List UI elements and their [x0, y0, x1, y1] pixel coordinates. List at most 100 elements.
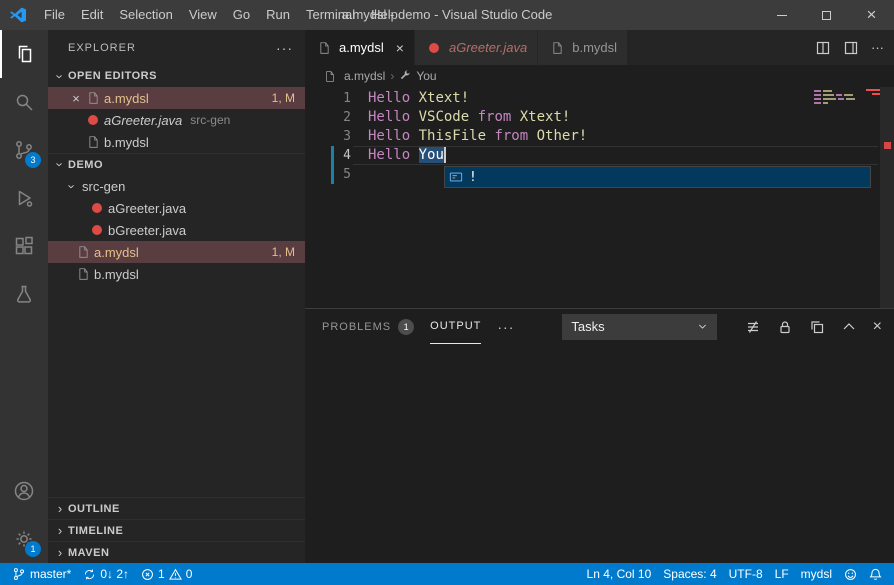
minimap[interactable]: [814, 87, 880, 308]
menu-edit[interactable]: Edit: [73, 0, 111, 30]
open-editor-item-bmydsl[interactable]: b.mydsl: [48, 131, 305, 153]
panel-actions: ×: [745, 318, 882, 336]
line-number: 4: [343, 148, 351, 163]
suggest-widget: !: [444, 166, 871, 188]
vscode-logo-icon: [0, 7, 36, 23]
word-being-completed: You: [418, 147, 444, 163]
editor-area: a.mydsl × aGreeter.java b.mydsl ··· a.my…: [305, 30, 894, 563]
open-editor-item-agreeter[interactable]: aGreeter.java src-gen: [48, 109, 305, 131]
tree-file-bgreeter[interactable]: bGreeter.java: [48, 219, 305, 241]
notifications-button[interactable]: [863, 563, 888, 585]
code-line[interactable]: 1 Hello Xtext!: [305, 89, 894, 108]
code-line[interactable]: 3 Hello ThisFile from Other!: [305, 127, 894, 146]
layout-icon[interactable]: [843, 40, 859, 56]
scrollbar[interactable]: [880, 87, 894, 308]
menu-go[interactable]: Go: [225, 0, 258, 30]
maximize-panel-icon[interactable]: [841, 319, 857, 335]
tab-problems[interactable]: PROBLEMS 1: [322, 309, 415, 344]
file-description: src-gen: [190, 113, 231, 127]
more-actions-icon[interactable]: ···: [276, 40, 293, 56]
eol-sequence[interactable]: LF: [769, 563, 795, 585]
open-editor-item-amydsl[interactable]: × a.mydsl 1, M: [48, 87, 305, 109]
line-number: 1: [343, 91, 351, 106]
encoding[interactable]: UTF-8: [723, 563, 769, 585]
activity-source-control[interactable]: 3: [0, 126, 48, 174]
language-mode[interactable]: mydsl: [795, 563, 838, 585]
folder-section-header[interactable]: › DEMO: [48, 153, 305, 175]
minimap-error-decoration: [866, 89, 880, 91]
tab-output[interactable]: OUTPUT: [430, 309, 482, 344]
chevron-down-icon: ›: [52, 73, 68, 79]
open-editors-header[interactable]: › OPEN EDITORS: [48, 65, 305, 87]
lock-icon[interactable]: [777, 319, 793, 335]
window-controls: ×: [759, 0, 894, 30]
section-outline[interactable]: › OUTLINE: [48, 497, 305, 519]
tree-file-agreeter[interactable]: aGreeter.java: [48, 197, 305, 219]
maximize-button[interactable]: [804, 0, 849, 30]
account-icon: [14, 481, 34, 501]
output-channel-select[interactable]: Tasks: [562, 313, 718, 340]
activity-manage[interactable]: 1: [0, 515, 48, 563]
breadcrumb-file[interactable]: a.mydsl: [344, 69, 385, 83]
branch-indicator[interactable]: master*: [6, 563, 77, 585]
menu-view[interactable]: View: [181, 0, 225, 30]
beaker-icon: [16, 285, 32, 303]
file-icon: [315, 41, 333, 55]
split-editor-icon[interactable]: [815, 40, 831, 56]
file-icon: [321, 70, 339, 83]
menu-run[interactable]: Run: [258, 0, 298, 30]
more-actions-icon[interactable]: ···: [871, 40, 884, 55]
output-content[interactable]: [305, 344, 894, 563]
file-icon: [84, 91, 102, 105]
main-area: 3 1 EXPLORER ··· › OPEN EDITORS × a.myds…: [0, 30, 894, 563]
java-file-icon: [88, 225, 106, 235]
file-icon: [548, 41, 566, 55]
activity-bar: 3 1: [0, 30, 48, 563]
activity-run-debug[interactable]: [0, 174, 48, 222]
menu-selection[interactable]: Selection: [111, 0, 180, 30]
section-timeline[interactable]: › TIMELINE: [48, 519, 305, 541]
tab-bmydsl[interactable]: b.mydsl: [538, 30, 629, 65]
tree-file-bmydsl[interactable]: b.mydsl: [48, 263, 305, 285]
sidebar-title: EXPLORER: [68, 41, 136, 54]
problems-indicator[interactable]: 1 0: [135, 563, 198, 585]
activity-explorer[interactable]: [0, 30, 48, 78]
tree-file-amydsl[interactable]: a.mydsl 1, M: [48, 241, 305, 263]
tree-folder-srcgen[interactable]: › src-gen: [48, 175, 305, 197]
more-panel-tabs-icon[interactable]: ···: [497, 319, 514, 335]
activity-accounts[interactable]: [0, 467, 48, 515]
sidebar-header: EXPLORER ···: [48, 30, 305, 65]
open-in-editor-icon[interactable]: [809, 319, 825, 335]
sync-indicator[interactable]: 0↓ 2↑: [77, 563, 135, 585]
cursor-position[interactable]: Ln 4, Col 10: [581, 563, 658, 585]
close-window-button[interactable]: ×: [849, 0, 894, 30]
overview-ruler-error-mark: [884, 142, 891, 149]
code-editor[interactable]: 1 Hello Xtext! 2 Hello VSCode from Xtext…: [305, 87, 894, 308]
tab-amydsl[interactable]: a.mydsl ×: [305, 30, 415, 65]
activity-testing[interactable]: [0, 270, 48, 318]
suggest-item[interactable]: !: [445, 167, 870, 187]
minimize-button[interactable]: [759, 0, 804, 30]
tab-agreeter[interactable]: aGreeter.java: [414, 30, 539, 65]
breadcrumb-symbol[interactable]: You: [416, 69, 436, 83]
java-file-icon: [425, 42, 443, 53]
code-line-current[interactable]: 4 Hello You: [305, 146, 894, 165]
editor-actions: ···: [805, 30, 894, 65]
close-icon[interactable]: ×: [68, 91, 84, 106]
files-icon: [18, 45, 32, 63]
indentation[interactable]: Spaces: 4: [657, 563, 722, 585]
bell-icon: [869, 568, 882, 580]
panel-header: PROBLEMS 1 OUTPUT ··· Tasks ×: [305, 309, 894, 344]
menu-file[interactable]: File: [36, 0, 73, 30]
suggestion-kind-icon: [449, 172, 463, 182]
modified-badge: 1, M: [271, 91, 295, 105]
close-panel-icon[interactable]: ×: [873, 318, 882, 336]
section-maven[interactable]: › MAVEN: [48, 541, 305, 563]
clear-output-icon[interactable]: [745, 319, 761, 335]
activity-search[interactable]: [0, 78, 48, 126]
close-icon[interactable]: ×: [396, 40, 404, 56]
modified-badge: 1, M: [271, 245, 295, 259]
activity-extensions[interactable]: [0, 222, 48, 270]
code-line[interactable]: 2 Hello VSCode from Xtext!: [305, 108, 894, 127]
feedback-button[interactable]: [838, 563, 863, 585]
